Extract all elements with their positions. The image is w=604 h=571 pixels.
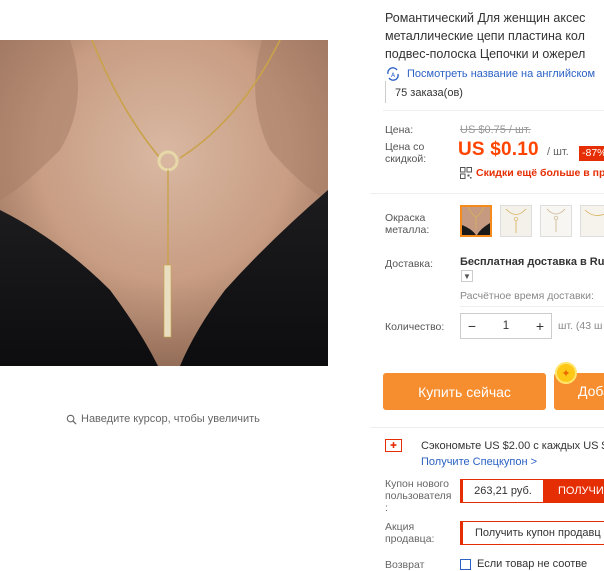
returns-text: Если товар не соотве (477, 558, 588, 570)
swatch-thumb (581, 206, 604, 236)
seller-promo-label: Акция продавца: (385, 521, 435, 545)
shipping-option: Бесплатная доставка в Ru (460, 256, 604, 268)
swatch-gold-on-white[interactable] (500, 205, 532, 237)
swatch-thumb (541, 206, 571, 236)
discount-price-label: Цена со скидкой: (385, 141, 427, 165)
divider (460, 306, 604, 307)
product-gallery: Наведите курсор, чтобы увеличить (0, 0, 370, 571)
color-swatches (460, 205, 604, 237)
translate-icon: A (387, 67, 399, 81)
quantity-increase-button[interactable]: + (529, 314, 551, 338)
zoom-hint: Наведите курсор, чтобы увеличить (66, 413, 260, 425)
title-line: Романтический Для женщин аксес (385, 11, 586, 25)
orders-count: 75 заказа(ов) (385, 81, 463, 103)
swatch-silver-on-white[interactable] (540, 205, 572, 237)
color-label: Окраска металла: (385, 212, 430, 236)
price-label: Цена: (385, 124, 414, 136)
divider (370, 427, 604, 428)
discount-badge: -87% (579, 146, 604, 161)
swatch-thumb (462, 207, 490, 235)
new-user-coupon: 263,21 руб. ПОЛУЧИ (460, 479, 604, 503)
translate-link[interactable]: A Посмотреть название на английском (385, 66, 595, 82)
price-unit: / шт. (547, 146, 569, 158)
divider (383, 110, 604, 111)
new-user-coupon-label: Купон нового пользователя : (385, 478, 452, 514)
quantity-label: Количество: (385, 321, 445, 333)
swatch-thumb (501, 206, 531, 236)
search-icon (66, 414, 77, 425)
divider (370, 193, 604, 194)
seller-coupon-button[interactable]: Получить купон продавц (460, 521, 604, 545)
chevron-down-icon[interactable]: ▼ (461, 270, 473, 282)
app-discount-text: Скидки ещё больше в пр (476, 167, 604, 179)
return-policy-icon (460, 558, 471, 570)
swatch-gold-on-skin[interactable] (460, 205, 492, 237)
returns-info: Если товар не соотве (460, 558, 587, 570)
returns-label: Возврат (385, 559, 425, 571)
shipping-eta: Расчётное время доставки: (460, 290, 594, 302)
shipping-label: Доставка: (385, 258, 434, 270)
translate-text: Посмотреть название на английском (407, 68, 596, 80)
product-details: Романтический Для женщин аксес металличе… (370, 0, 604, 571)
zoom-hint-text: Наведите курсор, чтобы увеличить (81, 413, 260, 425)
quantity-input[interactable]: 1 (483, 320, 529, 332)
coin-badge-icon: ✦ (555, 362, 577, 384)
product-main-image[interactable] (0, 40, 328, 366)
necklace-photo (0, 40, 328, 366)
old-price: US $0.75 / шт. (460, 124, 531, 136)
qr-code-icon (460, 167, 472, 179)
discounted-price: US $0.10 (458, 139, 539, 160)
new-user-coupon-value: 263,21 руб. (460, 479, 544, 503)
title-line: подвес-полоска Цепочки и ожерел (385, 47, 586, 61)
get-coupon-button[interactable]: ПОЛУЧИ (544, 479, 604, 503)
title-line: металлические цепи пластина кол (385, 29, 585, 43)
swatch-partial[interactable] (580, 205, 604, 237)
product-title: Романтический Для женщин аксес металличе… (385, 9, 604, 63)
svg-text:A: A (391, 72, 396, 79)
quantity-decrease-button[interactable]: − (461, 314, 483, 338)
quantity-stepper: − 1 + (460, 313, 552, 339)
app-discount-link[interactable]: Скидки ещё больше в пр (460, 167, 604, 179)
stock-available: шт. (43 ш (558, 320, 603, 332)
save-offer-text: Сэкономьте US $2.00 с каждых US $ (421, 440, 604, 452)
buy-now-button[interactable]: Купить сейчас (383, 373, 546, 410)
get-special-coupon-link[interactable]: Получите Спецкупон > (421, 456, 537, 468)
coupon-icon: ✚ (385, 439, 402, 452)
